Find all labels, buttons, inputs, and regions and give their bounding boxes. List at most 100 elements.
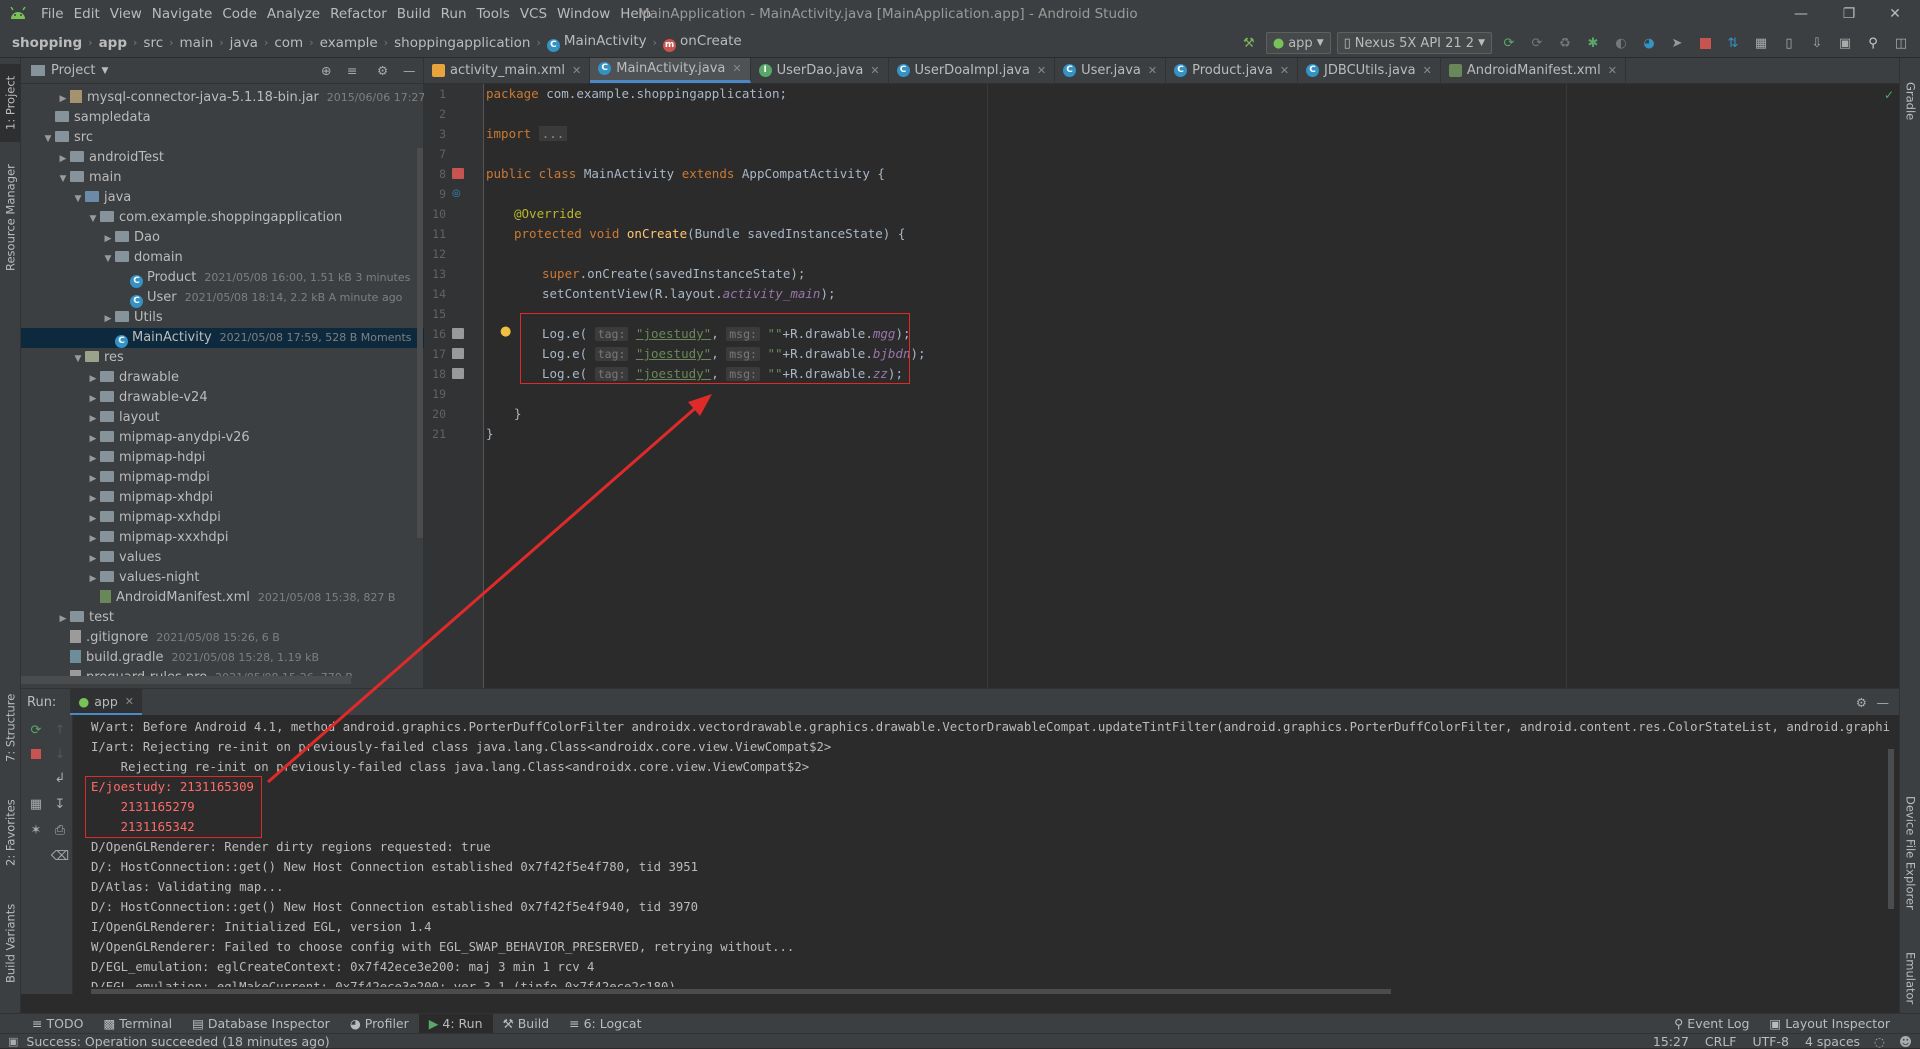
- layout-inspector-icon[interactable]: ▣: [1834, 32, 1856, 54]
- down-arrow-icon[interactable]: ↓: [49, 743, 71, 765]
- profile-icon[interactable]: ◕: [1638, 32, 1660, 54]
- indent-setting[interactable]: 4 spaces: [1797, 1034, 1868, 1049]
- vertical-scrollbar[interactable]: [417, 148, 423, 538]
- tree-item[interactable]: AndroidManifest.xml 2021/05/08 15:38, 827…: [21, 588, 424, 608]
- run-tab-app[interactable]: ● app ✕: [70, 689, 142, 715]
- tree-item[interactable]: ▶ mipmap-xhdpi: [21, 488, 424, 508]
- resource-manager-tool-tab[interactable]: Resource Manager: [0, 158, 21, 278]
- layout-icon[interactable]: ▦: [25, 793, 47, 815]
- terminal-tool-button[interactable]: ▩ Terminal: [93, 1014, 182, 1034]
- menu-build[interactable]: Build: [392, 0, 436, 28]
- editor-tab[interactable]: C User.java ✕: [1055, 58, 1167, 83]
- minimize-button[interactable]: —: [1778, 0, 1824, 28]
- menu-analyze[interactable]: Analyze: [262, 0, 325, 28]
- hide-icon[interactable]: —: [1877, 695, 1890, 710]
- menu-run[interactable]: Run: [436, 0, 472, 28]
- apply-changes-icon[interactable]: ⟳: [1526, 32, 1548, 54]
- stop-icon[interactable]: [25, 743, 47, 765]
- breadcrumb-item[interactable]: app: [97, 35, 129, 51]
- gradle-tool-tab[interactable]: Gradle: [1900, 66, 1920, 136]
- sdk-manager-icon[interactable]: ⇩: [1806, 32, 1828, 54]
- tree-item[interactable]: ▶ Utils: [21, 308, 424, 328]
- tree-item[interactable]: ▼ java: [21, 188, 424, 208]
- class-run-icon[interactable]: [452, 168, 464, 179]
- editor-tab[interactable]: activity_main.xml ✕: [424, 58, 591, 83]
- soft-wrap-icon[interactable]: ↲: [49, 767, 71, 789]
- tree-item[interactable]: ▶ androidTest: [21, 148, 424, 168]
- collapsed-arrow-icon[interactable]: ▶: [56, 149, 70, 169]
- tree-item[interactable]: ▶ drawable-v24: [21, 388, 424, 408]
- search-icon[interactable]: ⚲: [1862, 32, 1884, 54]
- project-structure-icon[interactable]: ▦: [1750, 32, 1772, 54]
- code-area[interactable]: package com.example.shoppingapplication;…: [486, 84, 1886, 688]
- tree-item[interactable]: .gitignore 2021/05/08 15:26, 6 B: [21, 628, 424, 648]
- collapsed-arrow-icon[interactable]: ▶: [86, 489, 100, 509]
- coverage-icon[interactable]: ◐: [1610, 32, 1632, 54]
- editor-tab[interactable]: C UserDoaImpl.java ✕: [889, 58, 1056, 83]
- attach-debugger-icon[interactable]: ➤: [1666, 32, 1688, 54]
- code-editor[interactable]: 1 2 3 7 8 9 10 11 12 13 14 15 16 17 18 19 20 21 ◎ package …: [424, 84, 1899, 688]
- breadcrumb-item[interactable]: src: [141, 35, 165, 51]
- gear-icon[interactable]: ⚙: [1856, 695, 1867, 710]
- collapsed-arrow-icon[interactable]: ▶: [86, 529, 100, 549]
- menu-edit[interactable]: Edit: [69, 0, 105, 28]
- tree-item[interactable]: build.gradle 2021/05/08 15:28, 1.19 kB: [21, 648, 424, 668]
- collapsed-arrow-icon[interactable]: ▶: [86, 469, 100, 489]
- up-arrow-icon[interactable]: ↑: [49, 719, 71, 741]
- tree-item[interactable]: ▼ main: [21, 168, 424, 188]
- expanded-arrow-icon[interactable]: ▼: [101, 249, 115, 269]
- close-icon[interactable]: ✕: [1280, 64, 1289, 77]
- close-icon[interactable]: ✕: [572, 64, 581, 77]
- status-toggle-icon[interactable]: ▣: [8, 1035, 18, 1048]
- device-select[interactable]: ▯ Nexus 5X API 21 2 ▼: [1336, 32, 1492, 54]
- tree-item[interactable]: ▶ mysql-connector-java-5.1.18-bin.jar 2015…: [21, 88, 424, 108]
- tree-item[interactable]: C MainActivity 2021/05/08 17:59, 528 B Mom…: [21, 328, 424, 348]
- tree-item[interactable]: ▶ mipmap-xxhdpi: [21, 508, 424, 528]
- collapsed-arrow-icon[interactable]: ▶: [56, 609, 70, 629]
- caret-position[interactable]: 15:27: [1645, 1034, 1697, 1049]
- menu-refactor[interactable]: Refactor: [325, 0, 392, 28]
- scroll-to-end-icon[interactable]: ↧: [49, 793, 71, 815]
- device-file-explorer-tool-tab[interactable]: Device File Explorer: [1900, 778, 1920, 928]
- apply-code-changes-icon[interactable]: ♻: [1554, 32, 1576, 54]
- image-preview-icon[interactable]: [452, 348, 464, 359]
- breadcrumb-item[interactable]: example: [318, 35, 380, 51]
- todo-tool-button[interactable]: ≡ TODO: [22, 1014, 93, 1034]
- image-preview-icon[interactable]: [452, 368, 464, 379]
- breadcrumb-item[interactable]: shoppingapplication: [392, 35, 532, 51]
- hammer-build-icon[interactable]: ⚒: [1238, 32, 1260, 54]
- file-encoding[interactable]: UTF-8: [1744, 1034, 1796, 1049]
- expanded-arrow-icon[interactable]: ▼: [41, 129, 55, 149]
- close-window-button[interactable]: ✕: [1872, 0, 1918, 28]
- database-inspector-tool-button[interactable]: ▤ Database Inspector: [182, 1014, 340, 1034]
- close-icon[interactable]: ✕: [732, 62, 741, 75]
- expanded-arrow-icon[interactable]: ▼: [86, 209, 100, 229]
- console-horizontal-scrollbar[interactable]: [91, 989, 1391, 994]
- breadcrumb-item[interactable]: main: [178, 35, 216, 51]
- collapsed-arrow-icon[interactable]: ▶: [86, 409, 100, 429]
- line-separator[interactable]: CRLF: [1697, 1034, 1745, 1049]
- print-icon[interactable]: ⎙: [49, 819, 71, 841]
- tree-item[interactable]: ▶ layout: [21, 408, 424, 428]
- sync-project-icon[interactable]: ⇅: [1722, 32, 1744, 54]
- structure-tool-tab[interactable]: 7: Structure: [0, 688, 21, 768]
- close-icon[interactable]: ✕: [1423, 64, 1432, 77]
- tree-item[interactable]: ▶ mipmap-mdpi: [21, 468, 424, 488]
- editor-tab[interactable]: C MainActivity.java ✕: [590, 58, 751, 83]
- collapsed-arrow-icon[interactable]: ▶: [86, 369, 100, 389]
- tree-item[interactable]: ▶ Dao: [21, 228, 424, 248]
- collapsed-arrow-icon[interactable]: ▶: [86, 569, 100, 589]
- build-tool-button[interactable]: ⚒ Build: [493, 1014, 560, 1034]
- collapsed-arrow-icon[interactable]: ▶: [56, 89, 70, 109]
- debug-icon[interactable]: ✱: [1582, 32, 1604, 54]
- build-variants-tool-tab[interactable]: Build Variants: [0, 893, 21, 993]
- editor-tab[interactable]: AndroidManifest.xml ✕: [1441, 58, 1626, 83]
- tree-item[interactable]: C User 2021/05/08 18:14, 2.2 kB A minute a…: [21, 288, 424, 308]
- horizontal-scrollbar[interactable]: [21, 676, 351, 684]
- run-config-select[interactable]: ● app ▼: [1265, 32, 1331, 54]
- event-log-tool-button[interactable]: ⚲ Event Log: [1664, 1014, 1759, 1034]
- collapsed-arrow-icon[interactable]: ▶: [86, 429, 100, 449]
- menu-navigate[interactable]: Navigate: [147, 0, 218, 28]
- collapsed-arrow-icon[interactable]: ▶: [86, 549, 100, 569]
- close-icon[interactable]: ✕: [1037, 64, 1046, 77]
